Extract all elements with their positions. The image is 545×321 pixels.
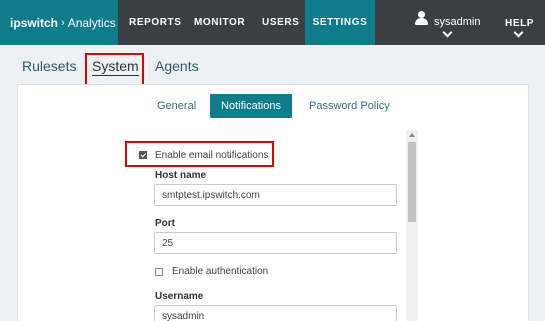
chevron-down-icon (513, 27, 524, 38)
username: sysadmin (434, 16, 481, 28)
top-nav-bar: ipswitch › Analytics REPORTS MONITOR USE… (0, 0, 545, 45)
chevron-down-icon (442, 27, 453, 38)
brand-product: Analytics (67, 15, 116, 30)
help-label: HELP (505, 18, 535, 29)
tab-agents[interactable]: Agents (155, 58, 199, 74)
nav-monitor[interactable]: MONITOR (194, 0, 245, 45)
tab-general[interactable]: General (157, 100, 196, 112)
user-menu[interactable]: sysadmin (412, 0, 492, 45)
help-menu[interactable]: HELP (498, 0, 545, 45)
nav-users[interactable]: USERS (262, 0, 299, 45)
tab-rulesets[interactable]: Rulesets (22, 58, 76, 74)
scroll-up-arrow-icon[interactable] (409, 133, 415, 137)
port-field[interactable]: 25 (154, 232, 397, 254)
port-label: Port (155, 218, 175, 229)
tab-password-policy[interactable]: Password Policy (309, 100, 390, 112)
tab-notifications[interactable]: Notifications (210, 94, 292, 118)
scroll-thumb[interactable] (408, 142, 416, 222)
user-icon (415, 11, 428, 25)
host-name-field[interactable]: smtptest.ipswitch.com (154, 184, 397, 206)
form-scrollbar[interactable] (406, 130, 418, 321)
nav-settings[interactable]: SETTINGS (305, 0, 375, 45)
username-label: Username (155, 291, 204, 302)
brand-logo[interactable]: ipswitch › Analytics (0, 0, 118, 45)
enable-authentication-label: Enable authentication (172, 266, 269, 277)
brand-name: ipswitch (10, 15, 59, 30)
highlight-box-enable-email (125, 141, 274, 167)
enable-authentication-checkbox[interactable] (155, 268, 163, 276)
brand-separator: › (61, 16, 65, 29)
host-name-label: Host name (155, 170, 207, 181)
username-field[interactable]: sysadmin (154, 305, 397, 321)
nav-reports[interactable]: REPORTS (129, 0, 182, 45)
